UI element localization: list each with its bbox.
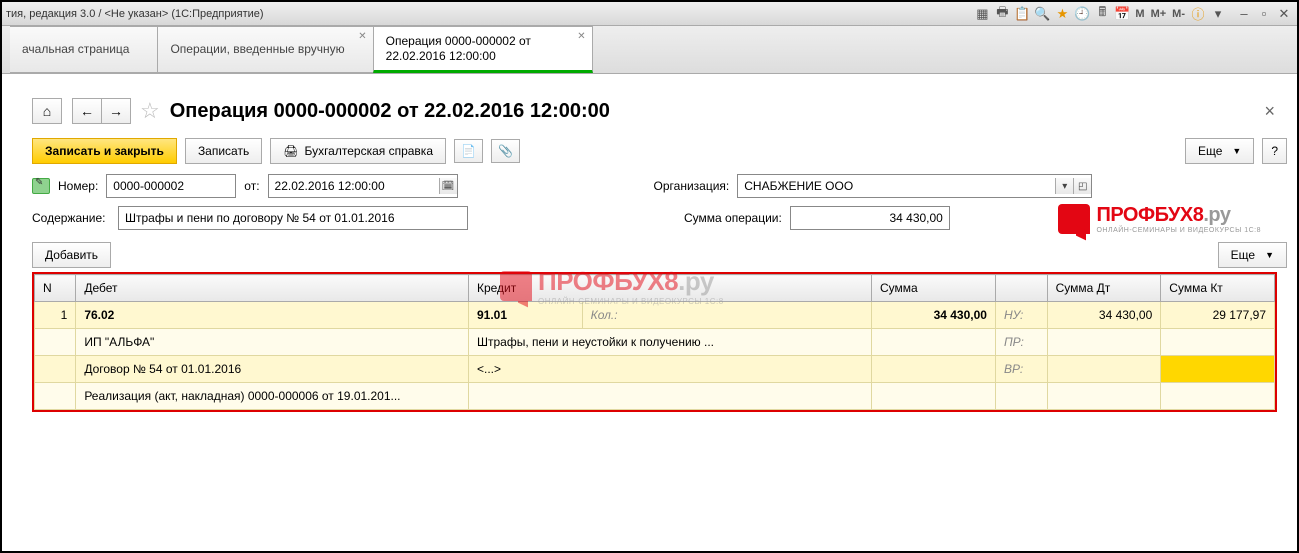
cell-nu: НУ: [995, 302, 1047, 329]
tab-operations[interactable]: Операции, введенные вручную ✕ [157, 26, 373, 73]
toolbar-icon-1[interactable]: ▦ [973, 5, 991, 23]
favorite-icon[interactable]: ☆ [140, 98, 160, 124]
status-badge-icon [32, 178, 50, 194]
help-button[interactable]: ? [1262, 138, 1287, 164]
col-debit[interactable]: Дебет [76, 275, 469, 302]
number-label: Номер: [58, 179, 98, 193]
add-button[interactable]: Добавить [32, 242, 111, 268]
content-label: Содержание: [32, 211, 110, 225]
cell-sub-d2[interactable]: ИП "АЛЬФА" [76, 329, 469, 356]
close-form-icon[interactable]: × [1264, 101, 1275, 122]
search-icon[interactable]: 🔍 [1033, 5, 1051, 23]
col-credit[interactable]: Кредит [468, 275, 871, 302]
close-window-icon[interactable]: ✕ [1275, 5, 1293, 23]
info-icon[interactable]: ⓘ [1189, 5, 1207, 23]
cell-sumkt[interactable]: 29 177,97 [1161, 302, 1275, 329]
print-icon[interactable]: 🖶 [993, 5, 1011, 23]
from-label: от: [244, 179, 259, 193]
tab-current[interactable]: Операция 0000-000002 от 22.02.2016 12:00… [373, 26, 593, 73]
cell-sum[interactable]: 34 430,00 [871, 302, 995, 329]
sum-field[interactable]: 34 430,00 [790, 206, 950, 230]
col-n[interactable]: N [35, 275, 76, 302]
cell-pr: ПР: [995, 329, 1047, 356]
tab-close-icon[interactable]: ✕ [577, 31, 585, 43]
save-button[interactable]: Записать [185, 138, 262, 164]
content-field[interactable]: Штрафы и пени по договору № 54 от 01.01.… [118, 206, 468, 230]
col-sumdt[interactable]: Сумма Дт [1047, 275, 1161, 302]
calc-icon[interactable]: 🖩 [1093, 5, 1111, 23]
date-field[interactable]: 22.02.2016 12:00:00🗓 [268, 174, 458, 198]
cell-sub-d4[interactable]: Реализация (акт, накладная) 0000-000006 … [76, 383, 469, 410]
cell-sub-c3[interactable]: <...> [468, 356, 871, 383]
more-button[interactable]: Еще ▼ [1185, 138, 1254, 164]
star-icon[interactable]: ★ [1053, 5, 1071, 23]
sum-label: Сумма операции: [684, 211, 782, 225]
org-label: Организация: [654, 179, 730, 193]
history-icon[interactable]: 🕘 [1073, 5, 1091, 23]
doc-icon [461, 144, 476, 158]
memo-m[interactable]: M [1133, 8, 1146, 20]
tab-close-icon[interactable]: ✕ [358, 31, 366, 43]
memo-mplus[interactable]: M+ [1149, 8, 1169, 20]
grid-more-button[interactable]: Еще ▼ [1218, 242, 1287, 268]
home-button[interactable]: ⌂ [32, 98, 62, 124]
cell-credit-acct[interactable]: 91.01 [468, 302, 582, 329]
calendar-icon[interactable]: 📅 [1113, 5, 1131, 23]
cell-sumdt[interactable]: 34 430,00 [1047, 302, 1161, 329]
cell-kol: Кол.: [582, 302, 871, 329]
cell-sub-d3[interactable]: Договор № 54 от 01.01.2016 [76, 356, 469, 383]
minimize-icon[interactable]: – [1235, 5, 1253, 23]
memo-mminus[interactable]: M- [1170, 8, 1187, 20]
page-title: Операция 0000-000002 от 22.02.2016 12:00… [170, 100, 610, 123]
tab-label: Операции, введенные вручную [170, 42, 344, 56]
save-close-button[interactable]: Записать и закрыть [32, 138, 177, 164]
maximize-icon[interactable]: ▫ [1255, 5, 1273, 23]
clip-icon [498, 144, 513, 158]
tab-label: ачальная страница [22, 42, 129, 56]
col-sumkt[interactable]: Сумма Кт [1161, 275, 1275, 302]
app-title: тия, редакция 3.0 / <Не указан> (1С:Пред… [6, 8, 264, 20]
number-field[interactable]: 0000-000002 [106, 174, 236, 198]
col-blank [995, 275, 1047, 302]
cell-vr: ВР: [995, 356, 1047, 383]
entry-grid[interactable]: N Дебет Кредит Сумма Сумма Дт Сумма Кт 1… [32, 272, 1277, 412]
dropdown-icon[interactable]: ▾ [1055, 178, 1073, 194]
cell-debit-acct[interactable]: 76.02 [76, 302, 469, 329]
doc-button[interactable] [454, 139, 483, 163]
back-button[interactable]: ← [72, 98, 102, 124]
calendar-picker-icon[interactable]: 🗓 [439, 178, 457, 194]
report-button[interactable]: Бухгалтерская справка [270, 138, 446, 164]
org-field[interactable]: СНАБЖЕНИЕ ООО▾◰ [737, 174, 1092, 198]
clipboard-icon[interactable]: 📋 [1013, 5, 1031, 23]
col-sum[interactable]: Сумма [871, 275, 995, 302]
open-icon[interactable]: ◰ [1073, 178, 1091, 194]
cell-n: 1 [35, 302, 76, 329]
cell-sub-c2[interactable]: Штрафы, пени и неустойки к получению ... [468, 329, 871, 356]
brand-logo: ПРОФБУХ8.ру ОНЛАЙН-СЕМИНАРЫ И ВИДЕОКУРСЫ… [1058, 204, 1261, 234]
tab-start[interactable]: ачальная страница [10, 26, 158, 73]
tab-label: Операция 0000-000002 от 22.02.2016 12:00… [386, 34, 564, 63]
dropdown-icon[interactable]: ▾ [1209, 5, 1227, 23]
attach-button[interactable] [491, 139, 520, 163]
cell-highlight[interactable] [1161, 356, 1275, 383]
printer-icon [283, 144, 298, 158]
forward-button[interactable]: → [101, 98, 131, 124]
